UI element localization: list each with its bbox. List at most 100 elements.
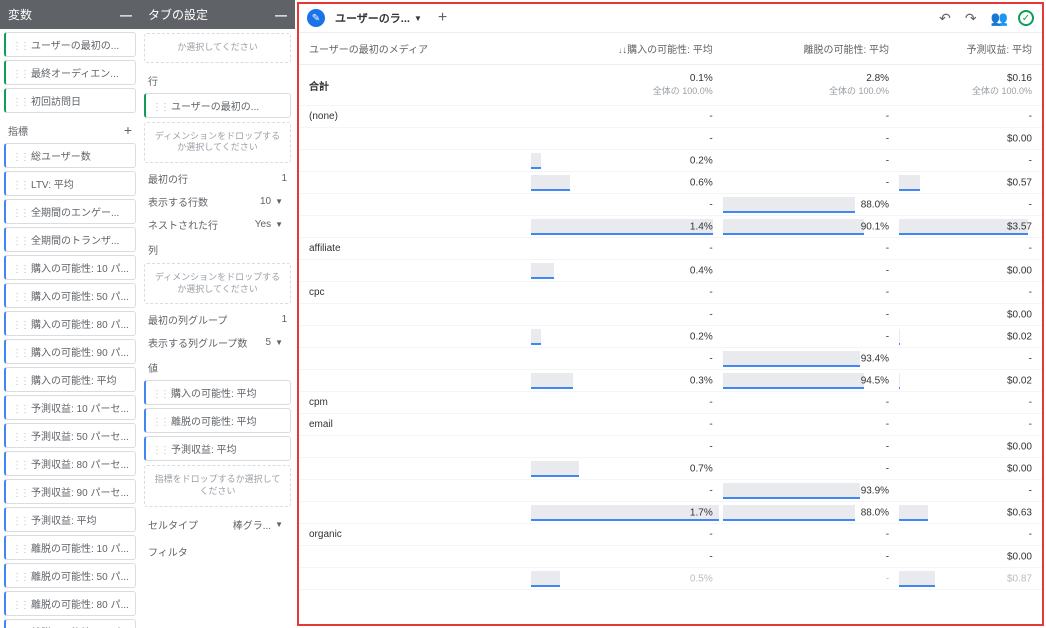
- cell: -: [899, 524, 1042, 546]
- col-header-2[interactable]: 離脱の可能性: 平均: [723, 33, 899, 65]
- row-label: organic: [299, 524, 531, 546]
- cell: $3.57: [899, 216, 1042, 238]
- row-label: email: [299, 414, 531, 436]
- chevron-down-icon: ▼: [275, 338, 283, 347]
- cell: -: [531, 480, 722, 502]
- cell: 1.7%: [531, 502, 722, 524]
- cell: 93.9%: [723, 480, 899, 502]
- cell: -: [531, 238, 722, 260]
- chip[interactable]: 予測収益: 10 パーセ...: [4, 395, 136, 420]
- chip[interactable]: 離脱の可能性: 10 パ...: [4, 535, 136, 560]
- cell: -: [723, 326, 899, 348]
- nested-rows-field[interactable]: ネストされた行 Yes▼: [140, 213, 295, 236]
- cell: -: [723, 568, 899, 590]
- cell: -: [531, 546, 722, 568]
- cell: $0.02: [899, 370, 1042, 392]
- status-ok-icon: ✓: [1018, 10, 1034, 26]
- chip[interactable]: 全期間のエンゲー...: [4, 199, 136, 224]
- cell: $0.87: [899, 568, 1042, 590]
- col-header-1[interactable]: ↓↓購入の可能性: 平均: [531, 33, 722, 65]
- total-label: 合計: [299, 65, 531, 106]
- chip[interactable]: 予測収益: 50 パーセ...: [4, 423, 136, 448]
- filter-section-label: フィルタ: [140, 538, 295, 561]
- col-header-3[interactable]: 予測収益: 平均: [899, 33, 1042, 65]
- cell: -: [723, 172, 899, 194]
- celltype-field[interactable]: セルタイプ 棒グラ...▼: [140, 511, 295, 538]
- cell: -: [531, 414, 722, 436]
- row-label: [299, 458, 531, 480]
- chip[interactable]: 離脱の可能性: 80 パ...: [4, 591, 136, 616]
- show-cols-field[interactable]: 表示する列グループ数 5▼: [140, 331, 295, 354]
- share-icon[interactable]: 👥: [987, 10, 1012, 27]
- minimize-icon[interactable]: —: [275, 8, 287, 22]
- chip[interactable]: 全期間のトランザ...: [4, 227, 136, 252]
- cell: -: [899, 414, 1042, 436]
- chip[interactable]: 離脱の可能性: 平均: [144, 408, 291, 433]
- value-dropzone[interactable]: 指標をドロップするか選択してください: [144, 465, 291, 506]
- cell: -: [531, 282, 722, 304]
- cell: 0.4%: [531, 260, 722, 282]
- cell: $0.00: [899, 436, 1042, 458]
- tabsettings-panel-header: タブの設定 —: [140, 0, 295, 29]
- row-label: [299, 568, 531, 590]
- chip[interactable]: ユーザーの最初の...: [144, 93, 291, 118]
- chip[interactable]: 予測収益: 80 パーセ...: [4, 451, 136, 476]
- chip[interactable]: 離脱の可能性: 50 パ...: [4, 563, 136, 588]
- col-dropzone[interactable]: ディメンションをドロップするか選択してください: [144, 263, 291, 304]
- chip[interactable]: LTV: 平均: [4, 171, 136, 196]
- top-dropzone[interactable]: か選択してください: [144, 33, 291, 63]
- chip[interactable]: 購入の可能性: 90 パ...: [4, 339, 136, 364]
- cell: -: [531, 348, 722, 370]
- cell: 0.2%: [531, 150, 722, 172]
- cell: -: [723, 150, 899, 172]
- chip[interactable]: 総ユーザー数: [4, 143, 136, 168]
- chip[interactable]: 購入の可能性: 80 パ...: [4, 311, 136, 336]
- edit-icon[interactable]: ✎: [307, 9, 325, 27]
- col-header-0[interactable]: ユーザーの最初のメディア: [299, 33, 531, 65]
- cell: 88.0%: [723, 194, 899, 216]
- cell: -: [723, 106, 899, 128]
- cell: 1.4%: [531, 216, 722, 238]
- minimize-icon[interactable]: —: [120, 8, 132, 22]
- row-label: [299, 546, 531, 568]
- chip[interactable]: 購入の可能性: 平均: [144, 380, 291, 405]
- cell: $0.00: [899, 546, 1042, 568]
- cell: 0.7%: [531, 458, 722, 480]
- chip[interactable]: 初回訪問日: [4, 88, 136, 113]
- chip[interactable]: ユーザーの最初の...: [4, 32, 136, 57]
- cell: $0.63: [899, 502, 1042, 524]
- show-rows-field[interactable]: 表示する行数 10▼: [140, 190, 295, 213]
- redo-icon[interactable]: ↷: [961, 10, 981, 27]
- cell: -: [899, 238, 1042, 260]
- start-row-field[interactable]: 最初の行 1: [140, 167, 295, 190]
- add-metric-icon[interactable]: +: [124, 122, 132, 138]
- cell: -: [723, 260, 899, 282]
- chip[interactable]: 購入の可能性: 50 パ...: [4, 283, 136, 308]
- cell: -: [723, 304, 899, 326]
- report-tab[interactable]: ユーザーのラ... ▼: [331, 8, 426, 28]
- cell: -: [723, 128, 899, 150]
- cell: -: [723, 458, 899, 480]
- cell: 88.0%: [723, 502, 899, 524]
- row-dropzone[interactable]: ディメンションをドロップするか選択してください: [144, 122, 291, 163]
- add-tab-icon[interactable]: +: [432, 9, 453, 27]
- chip[interactable]: 離脱の可能性: 90 パ...: [4, 619, 136, 628]
- chip[interactable]: 購入の可能性: 平均: [4, 367, 136, 392]
- start-col-field[interactable]: 最初の列グループ 1: [140, 308, 295, 331]
- cell: -: [899, 282, 1042, 304]
- row-label: [299, 502, 531, 524]
- chip[interactable]: 購入の可能性: 10 パ...: [4, 255, 136, 280]
- chip[interactable]: 予測収益: 90 パーセ...: [4, 479, 136, 504]
- chip[interactable]: 予測収益: 平均: [4, 507, 136, 532]
- cell: $0.00: [899, 458, 1042, 480]
- cell: $0.00: [899, 260, 1042, 282]
- chip[interactable]: 予測収益: 平均: [144, 436, 291, 461]
- chip[interactable]: 最終オーディエン...: [4, 60, 136, 85]
- report-area: ✎ ユーザーのラ... ▼ + ↶ ↷ 👥 ✓ ユーザーの最初のメディア ↓↓購…: [297, 2, 1044, 626]
- cell: 0.5%: [531, 568, 722, 590]
- undo-icon[interactable]: ↶: [935, 10, 955, 27]
- row-label: cpm: [299, 392, 531, 414]
- cell: $0.00: [899, 128, 1042, 150]
- values-section-label: 値: [140, 354, 295, 377]
- row-label: [299, 194, 531, 216]
